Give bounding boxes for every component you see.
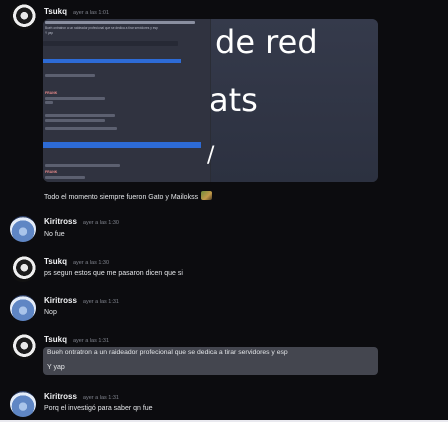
screenshot-text: Y yap (45, 31, 54, 35)
chat-screenshot: Bueh ontratron a un raideador profeciona… (43, 19, 210, 182)
timestamp: ayer a las 1:30 (72, 260, 110, 266)
message-header: Tsukq ayer a las 1:31 (44, 335, 109, 344)
message-header: Kiritross ayer a las 1:31 (44, 296, 119, 305)
avatar[interactable] (10, 256, 36, 282)
timestamp: ayer a las 1:01 (72, 10, 110, 16)
author-name[interactable]: Kiritross (44, 392, 77, 401)
avatar[interactable] (10, 334, 36, 360)
zoom-text-2: ats (209, 81, 258, 119)
message-header: Kiritross ayer a las 1:31 (44, 392, 119, 401)
image-attachment[interactable]: Bueh ontratron a un raideador profeciona… (43, 19, 378, 182)
message-header: Kiritross ayer a las 1:30 (44, 217, 119, 226)
timestamp: ayer a las 1:31 (82, 395, 119, 401)
author-name[interactable]: Tsukq (44, 7, 67, 16)
avatar[interactable] (10, 391, 36, 417)
timestamp: ayer a las 1:30 (82, 220, 119, 226)
zoomed-screenshot: de red ats / (207, 19, 378, 182)
author-name[interactable]: Kiritross (44, 296, 77, 305)
author-name[interactable]: Tsukq (44, 257, 67, 266)
avatar[interactable] (10, 295, 36, 321)
message-text: Y yap (47, 364, 65, 371)
screenshot-text: Bueh ontratron a un raideador profeciona… (45, 26, 158, 30)
avatar[interactable] (10, 216, 36, 242)
timestamp: ayer a las 1:31 (72, 338, 110, 344)
zoom-text-1: de red (215, 23, 318, 61)
screenshot-author: FRANK (45, 170, 58, 174)
message-header: Tsukq ayer a las 1:30 (44, 257, 109, 266)
avatar[interactable] (10, 4, 36, 30)
emoji-icon (201, 191, 213, 200)
screenshot-author: FRANK (45, 91, 58, 95)
message-text: Nop (44, 309, 57, 316)
zoom-mark: / (207, 143, 215, 168)
message-text: ps segun estos que me pasaron dicen que … (44, 270, 183, 277)
message-text: Bueh ontratron a un raideador profeciona… (47, 349, 288, 356)
author-name[interactable]: Tsukq (44, 335, 67, 344)
caption-text: Todo el momento siempre fueron Gato y Ma… (44, 194, 199, 201)
message-text: Porq el investigó para saber qn fue (44, 405, 153, 412)
message-text: No fue (44, 231, 65, 238)
message-header: Tsukq ayer a las 1:01 (44, 7, 109, 16)
message-text: Todo el momento siempre fueron Gato y Ma… (44, 191, 213, 201)
author-name[interactable]: Kiritross (44, 217, 77, 226)
timestamp: ayer a las 1:31 (82, 299, 119, 305)
